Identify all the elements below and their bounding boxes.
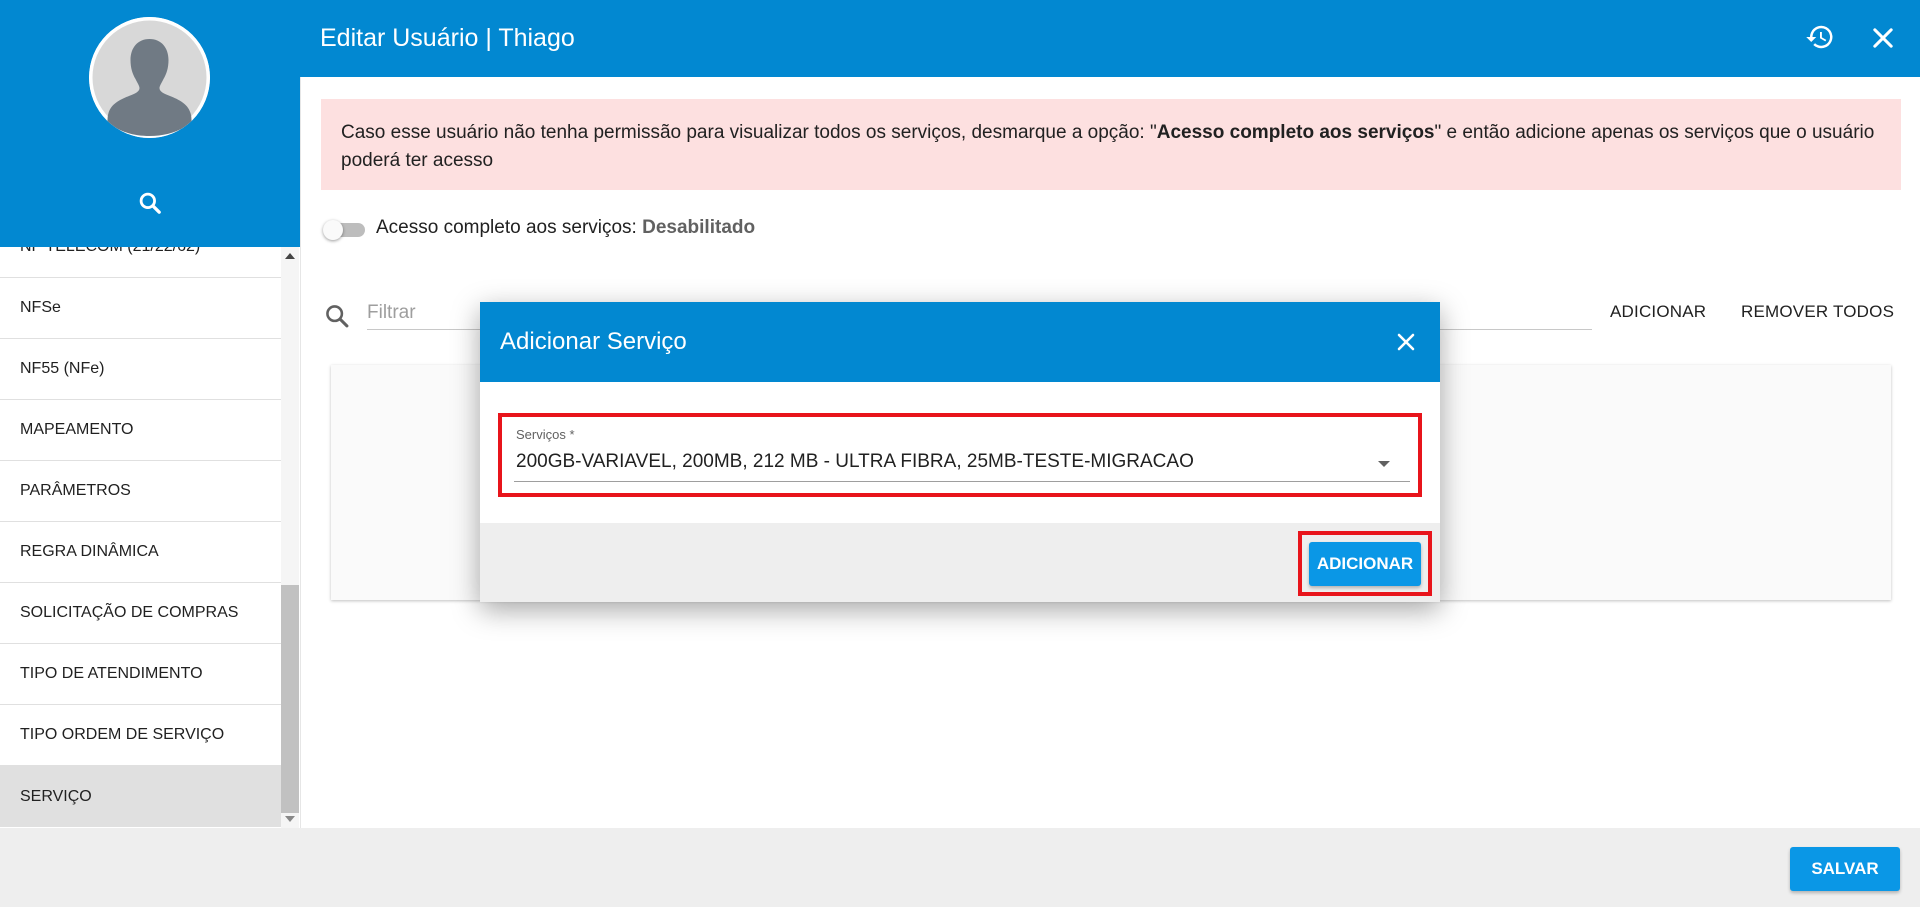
close-icon[interactable] (1869, 24, 1897, 52)
dialog-header: Adicionar Serviço (480, 302, 1440, 382)
dropdown-arrow-icon[interactable] (1378, 461, 1390, 467)
add-service-dialog: Adicionar Serviço Serviços * 200GB-VARIA… (480, 302, 1440, 602)
sidebar-item-mapeamento[interactable]: MAPEAMENTO (0, 400, 281, 461)
services-select-label: Serviços * (516, 427, 575, 442)
sidebar-item-label: PARÂMETROS (20, 482, 131, 499)
dialog-title: Adicionar Serviço (500, 328, 687, 355)
dialog-add-button[interactable]: ADICIONAR (1309, 542, 1421, 586)
footer-bar: SALVAR (0, 828, 1920, 907)
sidebar-header (0, 0, 300, 247)
filter-search-icon (326, 305, 349, 328)
sidebar-item-label: MAPEAMENTO (20, 421, 134, 438)
sidebar-scrollbar[interactable] (281, 247, 299, 828)
sidebar-item-tipo-ordem-servico[interactable]: TIPO ORDEM DE SERVIÇO (0, 705, 281, 766)
top-bar: Editar Usuário | Thiago (300, 0, 1920, 77)
sidebar-item-solicitacao-compras[interactable]: SOLICITAÇÃO DE COMPRAS (0, 583, 281, 644)
warning-alert: Caso esse usuário não tenha permissão pa… (321, 99, 1901, 190)
sidebar-item-nf55[interactable]: NF55 (NFe) (0, 339, 281, 400)
sidebar-item-parametros[interactable]: PARÂMETROS (0, 461, 281, 522)
full-access-status: Desabilitado (642, 217, 756, 238)
sidebar-item-label: SOLICITAÇÃO DE COMPRAS (20, 604, 239, 621)
sidebar: NF TELECOM (21/22/62) NFSe NF55 (NFe) MA… (0, 0, 300, 828)
dialog-footer: ADICIONAR (480, 523, 1440, 602)
user-silhouette-icon (89, 17, 210, 138)
scroll-up-arrow-icon[interactable] (285, 253, 295, 259)
search-icon[interactable] (137, 190, 163, 216)
sidebar-item-label: TIPO ORDEM DE SERVIÇO (20, 726, 225, 743)
sidebar-item-label: SERVIÇO (20, 787, 92, 805)
avatar (89, 17, 210, 138)
sidebar-item-nf-telecom[interactable]: NF TELECOM (21/22/62) (0, 247, 281, 278)
sidebar-item-label: NF TELECOM (21/22/62) (20, 247, 200, 256)
sidebar-item-tipo-atendimento[interactable]: TIPO DE ATENDIMENTO (0, 644, 281, 705)
sidebar-item-nfse[interactable]: NFSe (0, 278, 281, 339)
alert-text-before: Caso esse usuário não tenha permissão pa… (341, 122, 1157, 143)
sidebar-item-servico[interactable]: SERVIÇO (0, 766, 281, 827)
scroll-thumb[interactable] (281, 585, 299, 813)
sidebar-list: NF TELECOM (21/22/62) NFSe NF55 (NFe) MA… (0, 247, 281, 828)
select-underline (514, 481, 1410, 482)
page-title: Editar Usuário | Thiago (320, 24, 575, 52)
alert-text-bold: Acesso completo aos serviços (1156, 122, 1435, 143)
toggle-thumb (323, 220, 343, 240)
remove-all-button[interactable]: REMOVER TODOS (1741, 297, 1894, 327)
sidebar-item-label: REGRA DINÂMICA (20, 543, 159, 560)
services-select-value[interactable]: 200GB-VARIAVEL, 200MB, 212 MB - ULTRA FI… (516, 451, 1194, 473)
sidebar-item-label: TIPO DE ATENDIMENTO (20, 665, 203, 682)
scroll-down-arrow-icon[interactable] (285, 816, 295, 822)
full-access-toggle[interactable] (323, 220, 365, 240)
sidebar-item-regra-dinamica[interactable]: REGRA DINÂMICA (0, 522, 281, 583)
dialog-add-highlight: ADICIONAR (1298, 531, 1432, 596)
sidebar-item-label: NFSe (20, 299, 61, 316)
full-access-label: Acesso completo aos serviços: Desabilita… (376, 217, 755, 239)
history-icon[interactable] (1805, 22, 1835, 52)
dialog-close-icon[interactable] (1394, 330, 1418, 354)
save-button[interactable]: SALVAR (1790, 847, 1900, 891)
add-service-button[interactable]: ADICIONAR (1610, 297, 1706, 327)
full-access-label-text: Acesso completo aos serviços: (376, 217, 643, 238)
services-select[interactable]: Serviços * 200GB-VARIAVEL, 200MB, 212 MB… (498, 413, 1422, 497)
sidebar-item-label: NF55 (NFe) (20, 360, 105, 377)
